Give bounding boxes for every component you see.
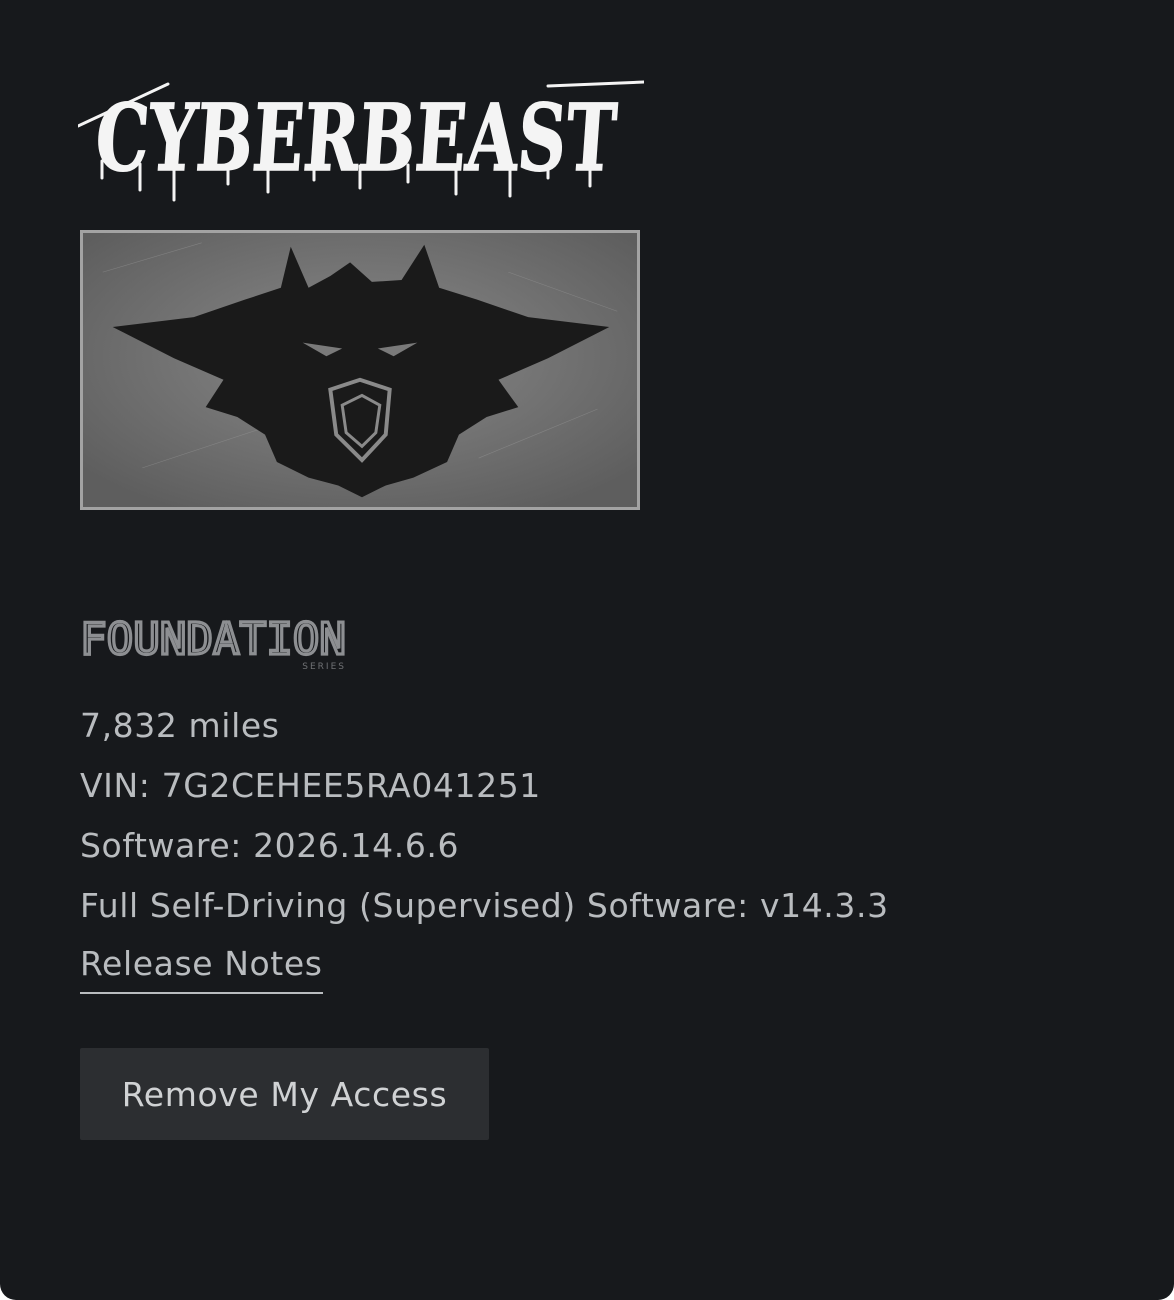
fsd-version-text: Full Self-Driving (Supervised) Software:… (80, 886, 889, 925)
vehicle-card: CYBERBEAST FOUNDATION SERIES 7,832 miles… (0, 0, 1174, 1300)
wolf-emblem-icon (83, 233, 637, 507)
remove-access-button[interactable]: Remove My Access (80, 1048, 489, 1140)
cyberbeast-badge-image (80, 230, 640, 510)
series-sub-text: SERIES (302, 662, 346, 672)
foundation-series-logo: FOUNDATION SERIES (80, 612, 350, 672)
mileage-text: 7,832 miles (80, 706, 280, 745)
series-main-text: FOUNDATION (80, 614, 346, 665)
software-version-text: Software: 2026.14.6.6 (80, 826, 460, 865)
vehicle-info: 7,832 miles VIN: 7G2CEHEE5RA041251 Softw… (80, 696, 889, 936)
cyberbeast-logo: CYBERBEAST (78, 66, 644, 206)
logo-text: CYBERBEAST (92, 84, 620, 192)
foundation-series-graphic: FOUNDATION SERIES (80, 612, 348, 672)
release-notes-link[interactable]: Release Notes (80, 936, 323, 994)
vin-text: VIN: 7G2CEHEE5RA041251 (80, 766, 541, 805)
cyberbeast-logo-graphic: CYBERBEAST (78, 80, 644, 202)
